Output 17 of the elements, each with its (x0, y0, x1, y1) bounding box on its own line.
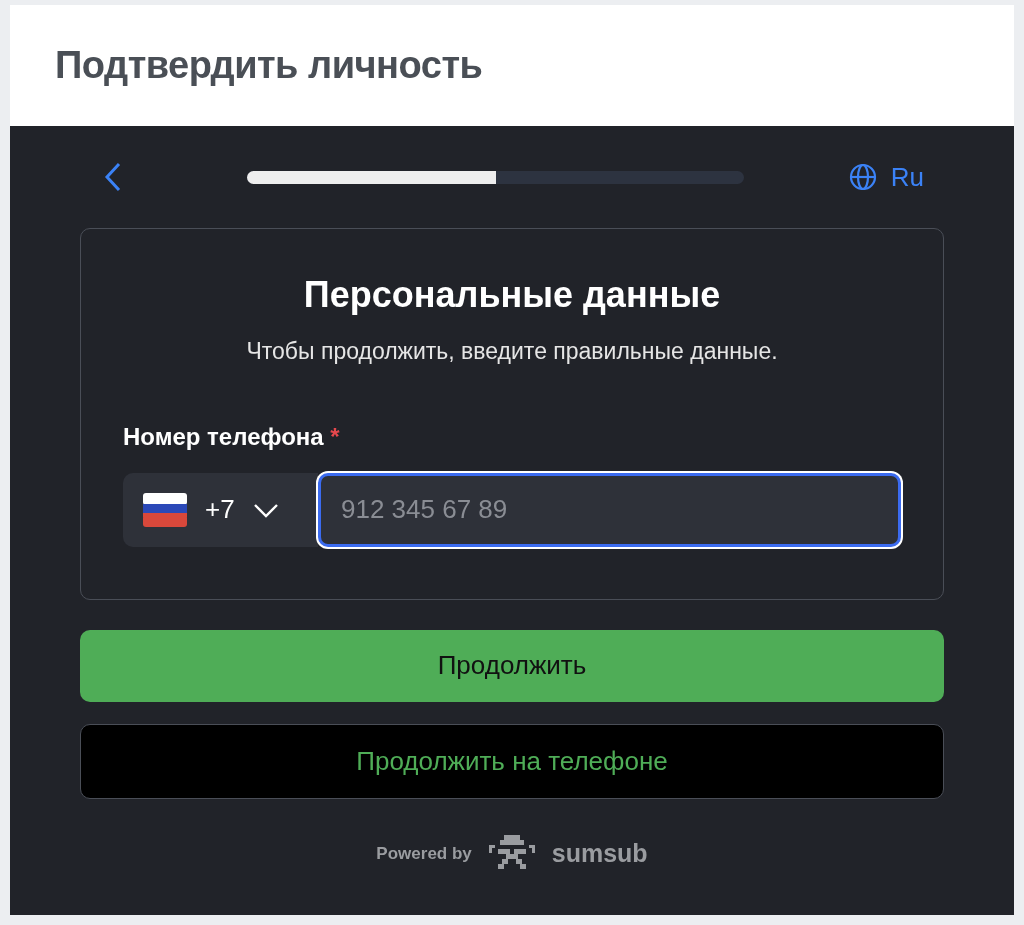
flag-icon (143, 492, 187, 527)
language-button[interactable]: Ru (848, 157, 924, 197)
continue-button[interactable]: Продолжить (80, 629, 944, 702)
required-mark: * (330, 422, 340, 450)
powered-by-text: Powered by (376, 842, 472, 865)
back-button[interactable] (104, 162, 122, 192)
page-title: Подтвердить личность (55, 42, 483, 88)
country-code-select[interactable]: +7 (123, 472, 318, 547)
phone-input-field[interactable]: 912 345 67 89 (318, 472, 901, 547)
form-subtitle: Чтобы продолжить, введите правильные данные. (245, 337, 779, 367)
logo-icon (487, 835, 536, 872)
form-title: Персональные данные (302, 273, 722, 317)
brand-name: sumsub (551, 837, 648, 869)
chevron-down-icon (252, 501, 279, 518)
continue-on-phone-button[interactable]: Продолжить на телефоне (80, 723, 944, 799)
field-label: Номер телефона (123, 422, 324, 450)
globe-icon (848, 163, 877, 191)
